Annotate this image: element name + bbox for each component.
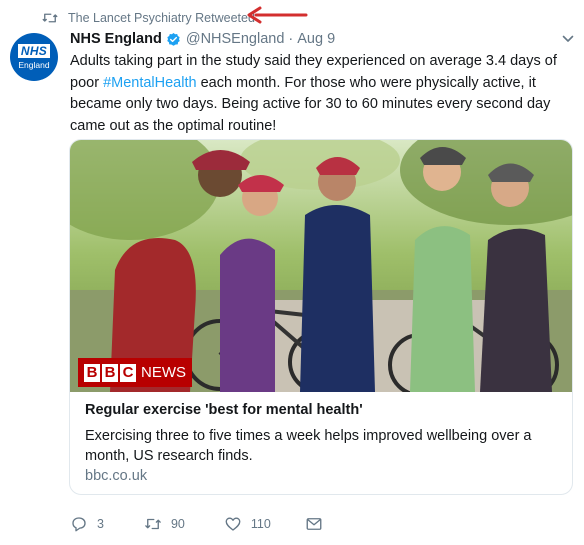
like-button[interactable]: 110	[224, 515, 271, 533]
direct-message-button[interactable]	[305, 515, 332, 533]
tweet-date[interactable]: Aug 9	[297, 31, 335, 47]
hashtag-link[interactable]: #MentalHealth	[103, 75, 197, 91]
retweet-icon	[42, 13, 58, 23]
bbc-letter: B	[102, 363, 118, 382]
card-description: Exercising three to five times a week he…	[85, 428, 532, 464]
heart-icon	[225, 517, 241, 531]
retweet-label: The Lancet Psychiatry Retweeted	[68, 11, 255, 25]
message-icon	[306, 518, 322, 530]
retweet-button[interactable]: 90	[144, 515, 185, 533]
like-count: 110	[250, 517, 271, 531]
bbc-letter: C	[120, 363, 136, 382]
retweet-count: 90	[170, 517, 185, 531]
article-photo	[70, 140, 572, 392]
link-card[interactable]: B B C NEWS Regular exercise 'best for me…	[69, 139, 573, 495]
tweet-actions: 3 90 110	[70, 515, 332, 533]
header-separator: ·	[288, 31, 294, 47]
bbc-news-word: NEWS	[141, 364, 186, 381]
bbc-news-logo: B B C NEWS	[78, 358, 192, 387]
reply-button[interactable]: 3	[70, 515, 104, 533]
avatar[interactable]: NHS England	[10, 33, 58, 81]
red-arrow-icon	[247, 6, 308, 24]
card-domain: bbc.co.uk	[85, 468, 148, 484]
verified-badge-icon	[167, 32, 180, 46]
card-title[interactable]: Regular exercise 'best for mental health…	[85, 402, 363, 418]
tweet-text: Adults taking part in the study said the…	[70, 51, 570, 137]
reply-icon	[72, 517, 86, 532]
tweet-header: NHS England @NHSEngland · Aug 9	[70, 28, 335, 50]
reply-count: 3	[97, 517, 104, 531]
nhs-logo-subtext: England	[18, 60, 50, 70]
nhs-logo-text: NHS	[17, 44, 51, 58]
bbc-letter: B	[84, 363, 100, 382]
retweet-icon	[145, 518, 161, 530]
author-name[interactable]: NHS England	[70, 31, 162, 47]
chevron-down-icon[interactable]	[562, 34, 574, 44]
retweet-context[interactable]: The Lancet Psychiatry Retweeted	[41, 8, 255, 28]
author-handle[interactable]: @NHSEngland	[186, 31, 285, 47]
